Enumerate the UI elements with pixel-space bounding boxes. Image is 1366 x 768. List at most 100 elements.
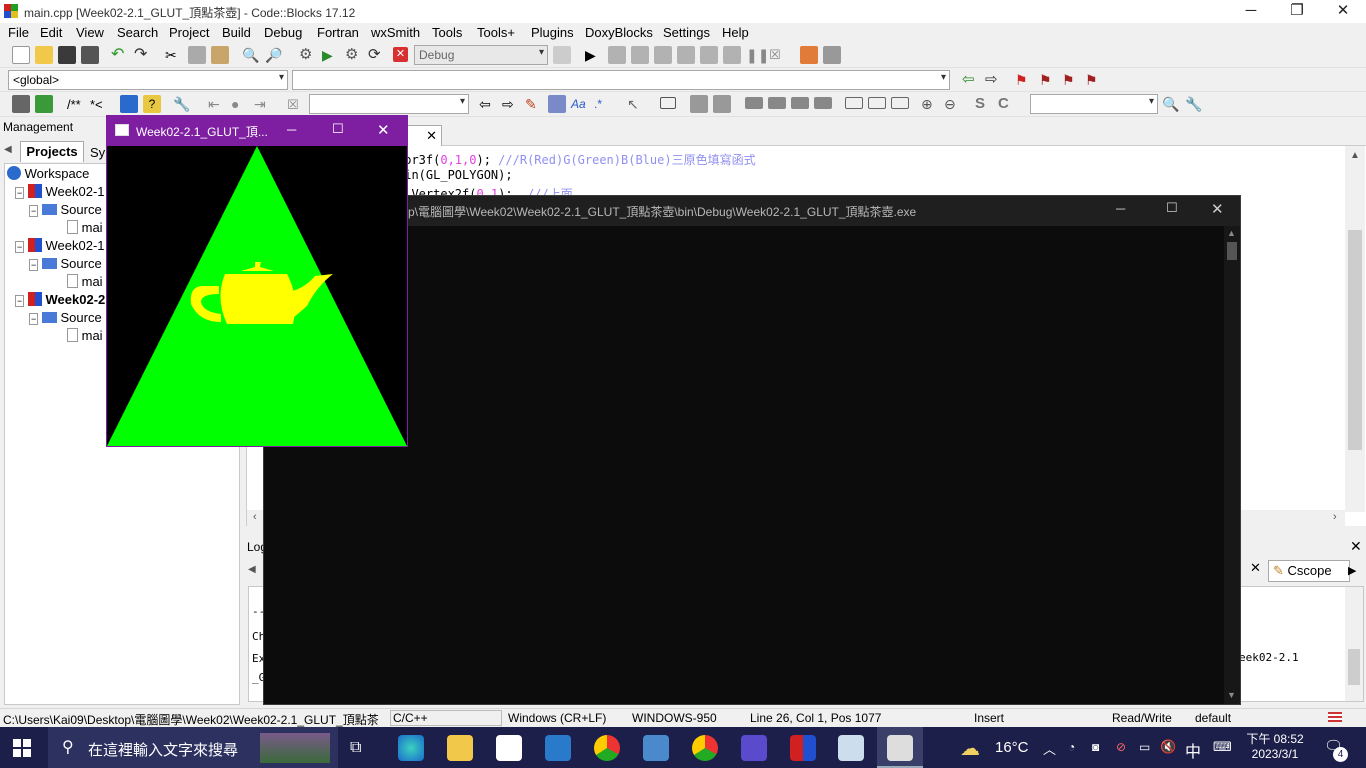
layout-4-icon[interactable] [814,97,832,109]
select-icon[interactable] [548,95,566,113]
info-icon[interactable] [823,46,841,64]
console-scrollbar[interactable]: ▲ ▼ [1224,226,1240,704]
ime-indicator[interactable]: 中 [1185,738,1201,762]
scroll-thumb[interactable] [1348,649,1360,685]
menu-file[interactable]: File [8,25,29,40]
pointer-icon[interactable]: ↖ [627,95,645,113]
scroll-thumb[interactable] [1348,230,1362,450]
layout-3-icon[interactable] [791,97,809,109]
menu-settings[interactable]: Settings [663,25,710,40]
paste-icon[interactable] [211,46,229,64]
scroll-up-icon[interactable]: ▲ [1227,228,1236,238]
store-icon[interactable] [496,735,522,761]
extract-icon[interactable] [35,95,53,113]
menu-project[interactable]: Project [169,25,209,40]
show-hidden-icons[interactable]: ︿ [1043,739,1056,758]
tree-item-file[interactable]: mai [67,220,103,235]
zoom-in-icon[interactable]: ⊕ [921,95,939,113]
frame-3-icon[interactable] [891,97,909,109]
menu-debug[interactable]: Debug [264,25,302,40]
target-dialog-icon[interactable] [553,46,571,64]
log-scrollbar[interactable] [1345,587,1363,701]
tree-item-project[interactable]: − Week02-1 [15,238,105,253]
menu-help[interactable]: Help [722,25,749,40]
tree-item-workspace[interactable]: Workspace [7,166,89,181]
help-icon[interactable]: ? [143,95,161,113]
close-log-tab-icon[interactable]: ✕ [1250,560,1261,576]
search-combo[interactable]: ▾ [309,94,469,114]
menu-search[interactable]: Search [117,25,158,40]
c-icon[interactable]: C [998,95,1016,113]
build-gear-icon[interactable]: ⚙ [299,46,317,64]
zoom-out-icon[interactable]: ⊖ [944,95,962,113]
paint-icon[interactable] [643,735,669,761]
tree-item-folder[interactable]: − Source [29,256,102,271]
doxywizard-icon[interactable] [12,95,30,113]
file-explorer-icon[interactable] [447,735,473,761]
frame-2-icon[interactable] [868,97,886,109]
jump-back-icon[interactable]: ⇦ [962,71,980,89]
prev-bookmark-icon[interactable]: ⚑ [1039,71,1057,89]
regex-icon[interactable]: .* [594,95,612,113]
dot-icon[interactable]: ● [231,95,249,113]
save-icon[interactable] [58,46,76,64]
redo-icon[interactable]: ↷ [134,46,152,64]
save-all-icon[interactable] [81,46,99,64]
back-arrow-icon[interactable]: ⇦ [479,95,497,113]
search-symbol-icon[interactable]: 🔍 [1162,95,1180,113]
rect-icon[interactable] [660,97,676,109]
scroll-up-icon[interactable]: ▲ [1350,150,1360,161]
console-maximize-button[interactable]: ☐ [1166,200,1178,216]
open-folder-icon[interactable] [35,46,53,64]
abort-icon[interactable]: ✕ [393,47,408,62]
windows-start-icon[interactable] [13,739,31,757]
chrome-profile-icon[interactable] [692,735,718,761]
next-line-icon[interactable] [631,46,649,64]
console-minimize-button[interactable]: ─ [1116,201,1125,216]
layout-1-icon[interactable] [745,97,763,109]
taskbar-search-box[interactable]: ⚲ 在這裡輸入文字來搜尋 [48,727,338,768]
image-icon[interactable] [690,95,708,113]
frame-1-icon[interactable] [845,97,863,109]
highlight-icon[interactable]: ✎ [525,95,543,113]
rebuild-icon[interactable]: ⟳ [368,46,386,64]
next-bookmark-icon[interactable]: ⚑ [1062,71,1080,89]
minimize-button[interactable]: ─ [1228,0,1274,23]
text-box-icon[interactable] [713,95,731,113]
menu-edit[interactable]: Edit [40,25,62,40]
tree-item-folder[interactable]: − Source [29,202,102,217]
weather-temp[interactable]: 16°C [995,739,1029,756]
bookmark-flag-icon[interactable]: ⚑ [1015,71,1033,89]
symbol-combo[interactable]: ▾ [1030,94,1158,114]
close-logs-icon[interactable]: ✕ [1350,538,1362,555]
menu-view[interactable]: View [76,25,104,40]
edge-icon[interactable] [398,735,424,761]
network-icon[interactable]: ◔ [1068,740,1075,754]
scroll-left-icon[interactable]: ‹ [253,511,257,523]
html-icon[interactable] [120,95,138,113]
tree-item-file[interactable]: mai [67,328,103,343]
function-select[interactable]: ▾ [292,70,950,90]
menu-tools[interactable]: Tools [432,25,462,40]
cut-icon[interactable]: ✂ [165,46,183,64]
forward-arrow-icon[interactable]: ⇨ [502,95,520,113]
log-tab-right-icon[interactable]: ▶ [1348,564,1356,577]
glut-window[interactable]: Week02-2.1_GLUT_頂... ─ ☐ ✕ [106,115,408,447]
pause-icon[interactable]: ❚❚ [746,46,769,64]
glut-close-button[interactable]: ✕ [377,121,390,139]
step-instruction-icon[interactable] [723,46,741,64]
menu-tools-plus[interactable]: Tools+ [477,25,515,40]
stop-debug-icon[interactable]: ☒ [769,46,787,64]
clear-icon[interactable]: ☒ [287,96,305,114]
editor-vscrollbar[interactable]: ▲ [1345,146,1365,512]
tree-item-folder[interactable]: − Source [29,310,102,325]
run-icon[interactable]: ▶ [322,46,340,64]
clear-bookmarks-icon[interactable]: ⚑ [1085,71,1103,89]
menu-plugins[interactable]: Plugins [531,25,574,40]
debug-run-icon[interactable]: ▶ [585,46,603,64]
console-close-button[interactable]: ✕ [1211,200,1224,218]
console-window[interactable]: top\電腦圖學\Week02\Week02-2.1_GLUT_頂點茶壺\bin… [263,195,1241,705]
tree-item-active-project[interactable]: − Week02-2 [15,292,105,307]
scope-select[interactable]: <global> ▾ [8,70,288,90]
tools-icon[interactable]: 🔧 [1185,95,1203,113]
